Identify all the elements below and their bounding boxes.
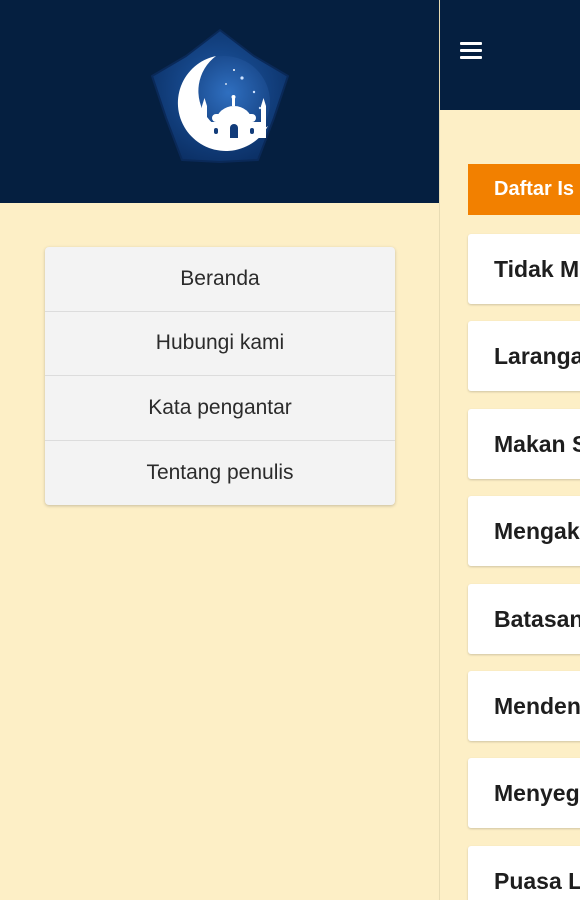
menu-item-beranda[interactable]: Beranda: [45, 247, 395, 312]
article-item[interactable]: Menyeg: [468, 758, 580, 828]
main-content: Daftar Is Tidak M Laranga Makan S Mengak…: [439, 0, 580, 900]
article-item[interactable]: Tidak M: [468, 234, 580, 304]
article-item[interactable]: Menden: [468, 671, 580, 741]
article-item[interactable]: Puasa L: [468, 846, 580, 900]
drawer-menu: Beranda Hubungi kami Kata pengantar Tent…: [45, 247, 395, 505]
menu-item-tentang-penulis[interactable]: Tentang penulis: [45, 441, 395, 506]
article-item[interactable]: Laranga: [468, 321, 580, 391]
article-item[interactable]: Batasan: [468, 584, 580, 654]
drawer-header: [0, 0, 439, 203]
article-item[interactable]: Makan S: [468, 409, 580, 479]
menu-item-kata-pengantar[interactable]: Kata pengantar: [45, 376, 395, 441]
navigation-drawer: Beranda Hubungi kami Kata pengantar Tent…: [0, 0, 439, 900]
hamburger-icon[interactable]: [460, 42, 482, 60]
article-item[interactable]: Mengak: [468, 496, 580, 566]
app-bar: [440, 0, 580, 110]
section-title: Daftar Is: [468, 164, 580, 215]
menu-item-hubungi-kami[interactable]: Hubungi kami: [45, 312, 395, 376]
mosque-crescent-logo-icon: [151, 29, 289, 163]
